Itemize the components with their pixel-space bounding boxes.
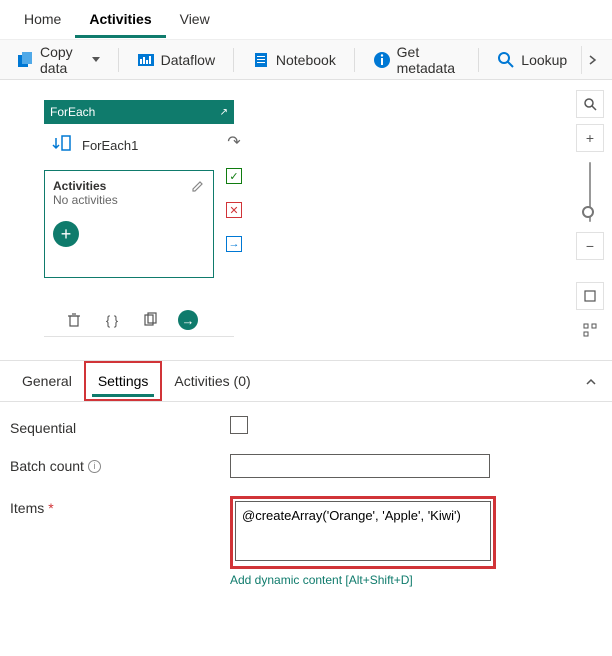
copy-data-icon [16, 51, 34, 69]
run-icon[interactable]: → [178, 310, 198, 330]
items-label: Items * [10, 496, 230, 516]
separator [118, 48, 119, 72]
tab-activities[interactable]: Activities (0) [162, 363, 262, 399]
batch-count-label-text: Batch count [10, 458, 84, 474]
get-metadata-button[interactable]: Get metadata [365, 40, 469, 80]
info-icon[interactable]: i [88, 460, 101, 473]
batch-count-label: Batch count i [10, 454, 230, 474]
tab-general[interactable]: General [10, 363, 84, 399]
lookup-button[interactable]: Lookup [489, 47, 575, 73]
alignment-button[interactable] [576, 316, 604, 344]
dataflow-label: Dataflow [161, 52, 215, 68]
info-icon [373, 51, 391, 69]
collapse-panel-button[interactable] [580, 371, 602, 393]
lookup-label: Lookup [521, 52, 567, 68]
on-skip-port[interactable]: ↷ [226, 134, 242, 150]
canvas-right-rail: + − [574, 90, 606, 344]
zoom-out-button[interactable]: − [576, 232, 604, 260]
zoom-slider-track[interactable] [589, 162, 591, 222]
dataflow-icon [137, 51, 155, 69]
node-type-label: ForEach [50, 105, 95, 119]
toolbar-scroll-right[interactable] [581, 46, 604, 74]
fit-to-screen-button[interactable] [576, 282, 604, 310]
pipeline-canvas[interactable]: + − ForEach ↗ ForEach1 Activities [0, 80, 612, 360]
notebook-icon [252, 51, 270, 69]
copy-data-button[interactable]: Copy data [8, 40, 108, 80]
on-fail-port[interactable]: ✕ [226, 202, 242, 218]
items-label-text: Items [10, 500, 44, 516]
notebook-button[interactable]: Notebook [244, 47, 344, 73]
code-icon[interactable]: { } [102, 310, 122, 330]
node-action-bar: { } → [64, 310, 198, 330]
add-dynamic-content-link[interactable]: Add dynamic content [Alt+Shift+D] [230, 573, 496, 587]
topnav-home[interactable]: Home [10, 1, 75, 38]
separator [354, 48, 355, 72]
on-completion-port[interactable]: → [226, 236, 242, 252]
search-canvas-button[interactable] [576, 90, 604, 118]
clone-icon[interactable] [140, 310, 160, 330]
settings-panel: Sequential Batch count i Items * Add dyn… [0, 402, 612, 615]
topnav-activities[interactable]: Activities [75, 1, 165, 38]
properties-tab-row: General Settings Activities (0) [0, 360, 612, 402]
node-instance-name: ForEach1 [82, 138, 138, 153]
delete-icon[interactable] [64, 310, 84, 330]
get-metadata-label: Get metadata [397, 44, 461, 76]
copy-data-label: Copy data [40, 44, 84, 76]
search-icon [497, 51, 515, 69]
top-nav: Home Activities View [0, 0, 612, 40]
tab-settings[interactable]: Settings [84, 361, 163, 401]
chevron-down-icon [92, 57, 100, 62]
zoom-in-button[interactable]: + [576, 124, 604, 152]
node-underline [44, 336, 234, 337]
expand-icon[interactable]: ↗ [220, 107, 228, 118]
toolbar: Copy data Dataflow Notebook Get metadata… [0, 40, 612, 80]
activities-subtitle: No activities [53, 193, 205, 207]
pencil-icon[interactable] [191, 179, 205, 196]
zoom-slider-knob[interactable] [582, 206, 594, 218]
required-asterisk: * [48, 500, 53, 516]
add-activity-button[interactable]: + [53, 221, 79, 247]
items-highlight-box [230, 496, 496, 569]
foreach-activity-node[interactable]: ForEach ↗ ForEach1 Activities No activit… [44, 100, 234, 278]
dataflow-button[interactable]: Dataflow [129, 47, 223, 73]
on-success-port[interactable]: ✓ [226, 168, 242, 184]
notebook-label: Notebook [276, 52, 336, 68]
sequential-label: Sequential [10, 416, 230, 436]
node-title-row: ForEach1 [44, 124, 234, 166]
node-output-ports: ↷ ✓ ✕ → [226, 134, 242, 252]
items-input[interactable] [235, 501, 491, 561]
sequential-checkbox[interactable] [230, 416, 248, 434]
separator [233, 48, 234, 72]
separator [478, 48, 479, 72]
topnav-view[interactable]: View [166, 1, 224, 38]
node-header[interactable]: ForEach ↗ [44, 100, 234, 124]
activities-title: Activities [53, 179, 205, 193]
activities-container[interactable]: Activities No activities + [44, 170, 214, 278]
foreach-icon [50, 134, 72, 156]
batch-count-input[interactable] [230, 454, 490, 478]
